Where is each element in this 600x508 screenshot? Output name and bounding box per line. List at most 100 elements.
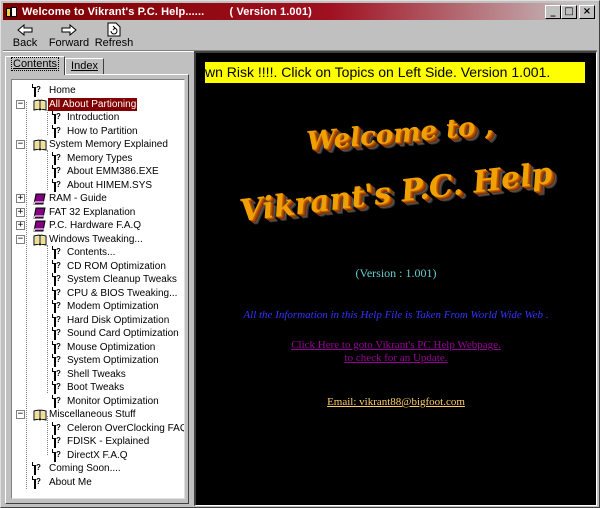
tree-item-boot-tweaks[interactable]: ? Boot Tweaks: [12, 381, 184, 395]
tree-item-system-cleanup[interactable]: ? System Cleanup Tweaks: [12, 273, 184, 287]
page-icon: ?: [54, 273, 66, 286]
tree-item-how-to-partition[interactable]: ? How to Partition: [12, 124, 184, 139]
tree-item-directx-faq[interactable]: ? DirectX F.A.Q: [12, 448, 184, 463]
tree-item-introduction[interactable]: ? Introduction: [12, 111, 184, 125]
forward-arrow-icon: [60, 22, 78, 37]
webpage-link[interactable]: Click Here to goto Vikrant's PC Help Web…: [196, 339, 596, 351]
page-icon: ?: [54, 246, 66, 259]
app-name-heading: Vikrant's P.C. Help: [237, 155, 555, 230]
tree-label: Memory Types: [67, 152, 133, 164]
refresh-label: Refresh: [94, 37, 134, 49]
tree-item-sound-card-optimization[interactable]: ? Sound Card Optimization: [12, 327, 184, 341]
page-icon: ?: [54, 300, 66, 313]
tree-item-hard-disk-optimization[interactable]: ? Hard Disk Optimization: [12, 313, 184, 328]
forward-button[interactable]: Forward: [46, 21, 92, 51]
page-icon: ?: [34, 462, 46, 475]
content-pane[interactable]: wn Risk !!!!. Click on Topics on Left Si…: [194, 51, 597, 506]
tree-item-monitor-optimization[interactable]: ? Monitor Optimization: [12, 394, 184, 409]
close-button[interactable]: ×: [579, 5, 595, 19]
page-icon: ?: [34, 84, 46, 97]
navigation-pane: ? Home − All About Partioning ? Introduc…: [5, 74, 189, 504]
app-window: Welcome to Vikrant's P.C. Help...... ( V…: [0, 0, 600, 508]
expand-icon[interactable]: +: [16, 207, 25, 217]
collapse-icon[interactable]: −: [16, 410, 25, 419]
tree-item-about-himem[interactable]: ? About HIMEM.SYS: [12, 178, 184, 193]
back-arrow-icon: [16, 22, 34, 37]
refresh-button[interactable]: Refresh: [93, 21, 135, 51]
tree-item-partitioning[interactable]: − All About Partioning: [12, 97, 184, 112]
page-icon: ?: [54, 421, 66, 435]
tree-item-fat32[interactable]: + FAT 32 Explanation: [12, 206, 184, 220]
toolbar: Back Forward Refresh: [3, 21, 597, 52]
maximize-button[interactable]: □: [561, 5, 577, 19]
tree-label: DirectX F.A.Q: [67, 449, 128, 461]
tree-item-about-emm386[interactable]: ? About EMM386.EXE: [12, 165, 184, 179]
help-app-icon[interactable]: [5, 5, 19, 19]
title-bar[interactable]: Welcome to Vikrant's P.C. Help...... ( V…: [3, 3, 597, 20]
tab-index-label: Index: [71, 60, 98, 72]
nav-tabs: Contents Index: [5, 56, 104, 75]
page-icon: ?: [54, 435, 66, 448]
tree-label: Hard Disk Optimization: [67, 314, 170, 326]
collapse-icon[interactable]: −: [16, 234, 25, 244]
tree-label: How to Partition: [67, 125, 138, 137]
page-icon: ?: [54, 165, 66, 178]
tab-index[interactable]: Index: [65, 58, 104, 75]
page-icon: ?: [54, 340, 66, 354]
tree-item-mouse-optimization[interactable]: ? Mouse Optimization: [12, 340, 184, 355]
tree-item-home[interactable]: ? Home: [12, 84, 184, 98]
tree-label: System Optimization: [67, 355, 159, 366]
collapse-icon[interactable]: −: [16, 99, 25, 109]
update-link[interactable]: to check for an Update.: [196, 352, 596, 364]
open-book-icon: [33, 233, 47, 246]
tree-item-cdrom-optimization[interactable]: ? CD ROM Optimization: [12, 259, 184, 274]
tree-label: P.C. Hardware F.A.Q: [49, 220, 142, 231]
page-icon: ?: [54, 313, 66, 327]
tab-contents[interactable]: Contents: [5, 56, 66, 75]
closed-book-icon: [33, 207, 46, 219]
page-icon: ?: [54, 286, 66, 300]
tree-item-celeron-faq[interactable]: ? Celeron OverClocking FAQ: [12, 421, 185, 436]
tree-label: Shell Tweaks: [67, 368, 126, 380]
forward-label: Forward: [48, 37, 90, 49]
tree-item-system-optimization[interactable]: ? System Optimization: [12, 354, 184, 368]
refresh-icon: [105, 22, 123, 37]
tree-item-coming-soon[interactable]: ? Coming Soon....: [12, 462, 184, 476]
tree-label: About Me: [49, 476, 92, 488]
expand-icon[interactable]: +: [16, 194, 25, 203]
closed-book-icon: [33, 220, 46, 232]
minimize-button[interactable]: _: [545, 5, 561, 19]
close-icon: ×: [582, 6, 592, 17]
tree-item-contents[interactable]: ? Contents...: [12, 246, 184, 260]
page-icon: ?: [54, 178, 66, 192]
tree-item-pc-hardware-faq[interactable]: + P.C. Hardware F.A.Q: [12, 219, 184, 233]
back-button[interactable]: Back: [5, 21, 45, 51]
maximize-icon: □: [564, 6, 574, 17]
scrolling-marquee: wn Risk !!!!. Click on Topics on Left Si…: [205, 62, 585, 83]
tree-label: Introduction: [67, 112, 120, 123]
page-icon: ?: [54, 394, 66, 408]
expand-icon[interactable]: +: [16, 221, 25, 230]
tree-item-modem-optimization[interactable]: ? Modem Optimization: [12, 300, 184, 314]
tree-item-shell-tweaks[interactable]: ? Shell Tweaks: [12, 367, 184, 382]
page-icon: ?: [54, 151, 66, 165]
tree-item-fdisk[interactable]: ? FDISK - Explained: [12, 435, 184, 449]
tree-item-windows-tweaking[interactable]: − Windows Tweaking...: [12, 233, 184, 247]
page-icon: ?: [54, 327, 66, 340]
tree-item-miscellaneous[interactable]: − Miscellaneous Stuff: [12, 408, 184, 422]
info-text: All the Information in this Help File is…: [243, 309, 549, 321]
tree-item-ram-guide[interactable]: + RAM - Guide: [12, 192, 184, 206]
tree-item-memory-types[interactable]: ? Memory Types: [12, 151, 184, 166]
tree-item-about-me[interactable]: ? About Me: [12, 475, 184, 490]
tree-label: Monitor Optimization: [67, 395, 159, 407]
email-link[interactable]: Email: vikrant88@bigfoot.com: [196, 396, 596, 408]
tree-item-system-memory[interactable]: − System Memory Explained: [12, 138, 184, 152]
tree-label: System Memory Explained: [49, 139, 168, 150]
contents-tree[interactable]: ? Home − All About Partioning ? Introduc…: [11, 79, 185, 499]
tree-label: Mouse Optimization: [67, 341, 156, 353]
page-icon: ?: [54, 381, 66, 394]
tree-label: Celeron OverClocking FAQ: [67, 422, 185, 434]
collapse-icon[interactable]: −: [16, 140, 25, 149]
tree-item-cpu-bios[interactable]: ? CPU & BIOS Tweaking...: [12, 286, 184, 301]
tree-label: System Cleanup Tweaks: [67, 274, 177, 285]
